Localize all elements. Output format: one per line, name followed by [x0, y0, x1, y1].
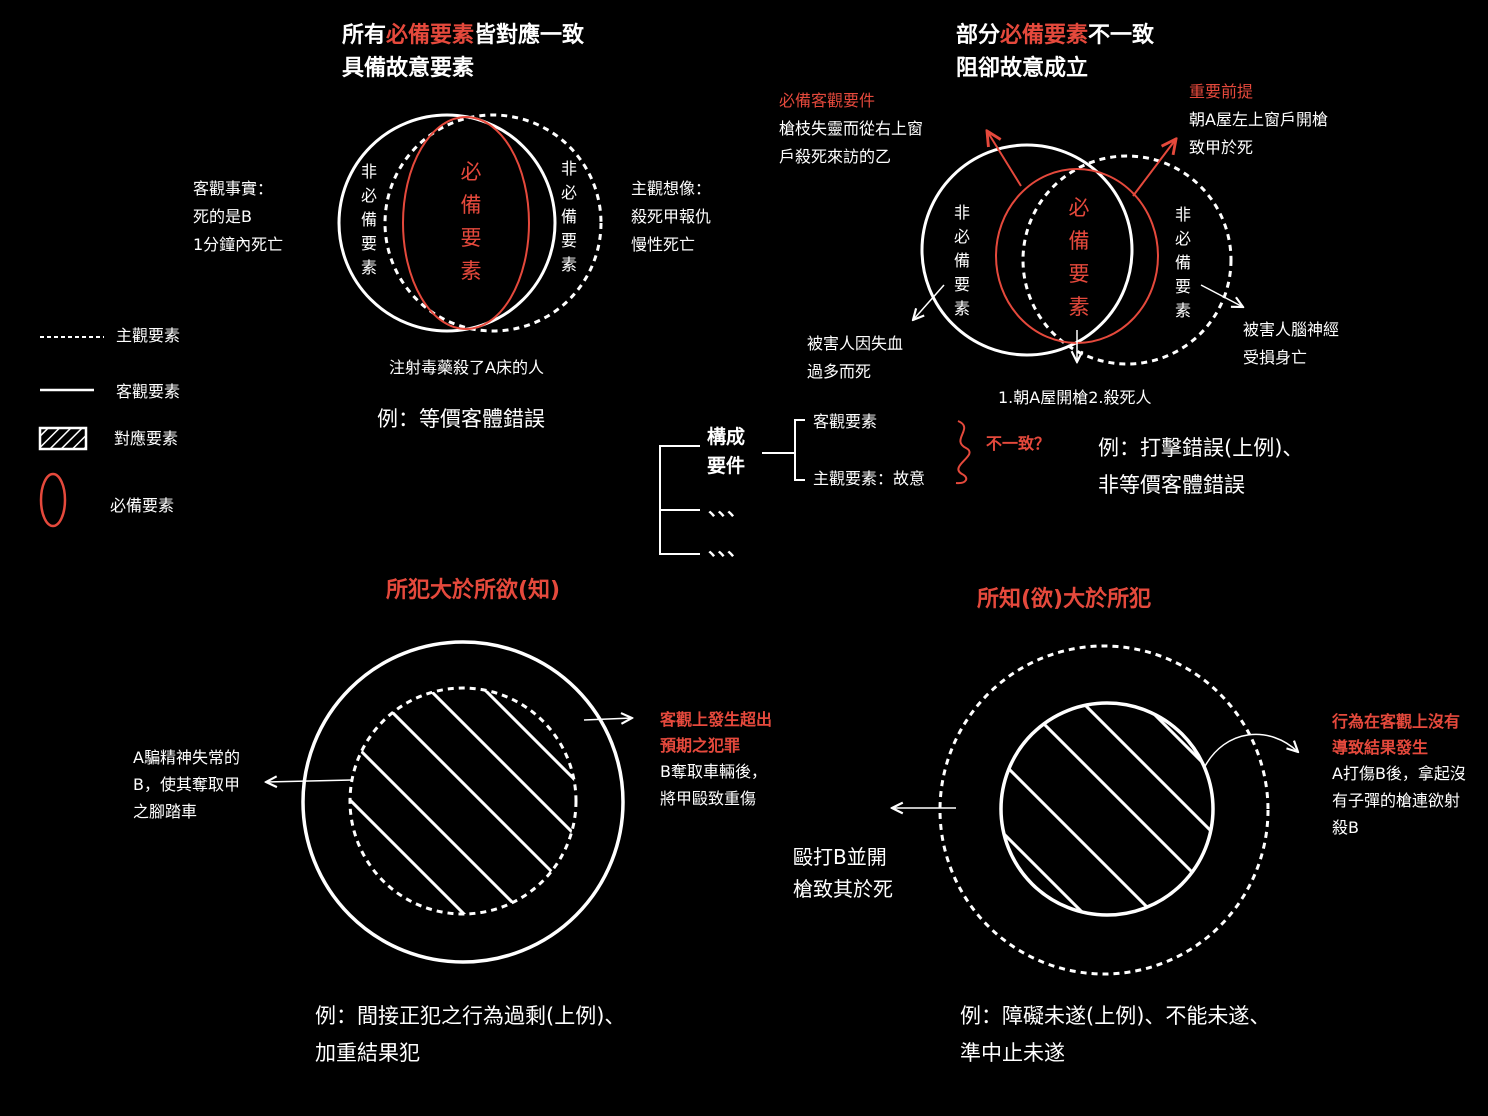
top-left-center-vertical: 必備要素: [460, 160, 482, 283]
premise-note: 重要前提 朝A屋左上窗戶開槍 致甲於死: [1189, 78, 1328, 162]
note-title-line: 導致結果發生: [1332, 738, 1429, 757]
bottom-right-right-title: 行為在客觀上沒有 導致結果發生: [1332, 709, 1460, 761]
legend-label-required: 必備要素: [110, 496, 175, 515]
title-prefix: 部分: [956, 23, 1001, 48]
legend-label-corresponding: 對應要素: [114, 429, 179, 448]
bottom-left-right-title: 客觀上發生超出 預期之犯罪: [660, 707, 772, 759]
subjective-label-line: 殺死甲報仇: [631, 207, 712, 226]
top-left-left-vertical: 非必備要素: [360, 162, 377, 277]
example-line: 例：間接正犯之行為過剩(上例)、: [315, 1004, 626, 1028]
note-line: 過多而死: [807, 362, 872, 381]
title-line2: 具備故意要素: [342, 56, 475, 81]
top-left-objective-label: 客觀事實： 死的是B 1分鐘內死亡: [193, 175, 283, 259]
note-line: 槍致其於死: [793, 877, 893, 901]
top-left-right-vertical: 非必備要素: [560, 159, 577, 274]
example-line: 例：障礙未遂(上例)、不能未遂、: [960, 1004, 1271, 1028]
objective-required-arrow: [987, 131, 1022, 187]
top-right-right-vertical: 非必備要素: [1174, 205, 1191, 320]
top-right-left-vertical: 非必備要素: [953, 203, 970, 318]
example-line: 準中止未遂: [960, 1041, 1065, 1065]
mismatch-brace: [955, 420, 971, 485]
objective-label-line: 客觀事實：: [193, 179, 274, 198]
note-line: 毆打B並開: [793, 845, 887, 869]
bottom-right-example: 例：障礙未遂(上例)、不能未遂、 準中止未遂: [960, 998, 1270, 1072]
top-right-bottom-caption: 1.朝A屋開槍2.殺死人: [998, 388, 1152, 407]
note-line: 將甲毆致重傷: [660, 789, 757, 808]
note-line: B，使其奪取甲: [133, 775, 240, 794]
structure-dots-2: 、、、: [708, 538, 747, 560]
structure-objective: 客觀要素: [813, 412, 878, 431]
bottom-left-title: 所犯大於所欲(知): [386, 578, 561, 603]
structure-heading-line: 構成: [707, 426, 746, 448]
objective-inner-circle: [999, 701, 1215, 917]
top-right-example: 例：打擊錯誤(上例)、 非等價客體錯誤: [1098, 430, 1303, 504]
top-right-title: 部分必備要素不一致 阻卻故意成立: [956, 19, 1154, 85]
example-line: 非等價客體錯誤: [1098, 473, 1245, 497]
title-suffix: 皆對應一致: [474, 23, 585, 48]
note-line: 槍枝失靈而從右上窗: [779, 119, 924, 138]
note-title-line: 行為在客觀上沒有: [1332, 712, 1461, 731]
hatched-box-icon: [38, 426, 88, 451]
objective-label-line: 死的是B: [193, 207, 252, 226]
note-title-line: 客觀上發生超出: [660, 710, 773, 729]
note-line: 被害人因失血: [807, 334, 904, 353]
bottom-left-left-note: A騙精神失常的 B，使其奪取甲 之腳踏車: [133, 744, 240, 825]
premise-title: 重要前提: [1189, 82, 1254, 101]
top-right-right-note: 被害人腦神經 受損身亡: [1243, 316, 1339, 372]
note-line: A打傷B後，拿起沒: [1332, 764, 1466, 783]
premise-arrow: [1132, 139, 1176, 197]
subjective-label-line: 慢性死亡: [631, 235, 696, 254]
subjective-outer-circle: [938, 644, 1270, 976]
note-title-line: 預期之犯罪: [660, 736, 741, 755]
title-highlight: 必備要素: [1000, 23, 1089, 48]
structure-heading: 構成 要件: [707, 423, 745, 481]
example-line: 加重結果犯: [315, 1041, 420, 1065]
title-suffix: 不一致: [1088, 23, 1155, 48]
right-note-arrow: [583, 718, 632, 720]
objective-label-line: 1分鐘內死亡: [193, 235, 284, 254]
legend-label-objective: 客觀要素: [116, 382, 181, 401]
top-left-title: 所有必備要素皆對應一致 具備故意要素: [342, 19, 584, 85]
note-line: 受損身亡: [1243, 348, 1308, 367]
note-line: 有子彈的槍連欲射: [1332, 791, 1461, 810]
top-right-center-vertical: 必備要素: [1068, 196, 1090, 319]
top-right-left-note: 被害人因失血 過多而死: [807, 330, 903, 386]
structure-subjective: 主觀要素：故意: [813, 469, 926, 488]
structure-mismatch: 不一致？: [986, 434, 1051, 453]
note-line: 朝A屋左上窗戶開槍: [1189, 110, 1328, 129]
note-line: 殺B: [1332, 818, 1359, 837]
right-note-arrow: [1203, 733, 1298, 769]
subjective-label-line: 主觀想像：: [631, 179, 712, 198]
bottom-right-title: 所知(欲)大於所犯: [977, 587, 1152, 612]
legend-icons: [38, 336, 104, 528]
objective-required-note: 必備客觀要件 槍枝失靈而從右上窗 戶殺死來訪的乙: [779, 87, 923, 171]
top-left-example: 例：等價客體錯誤: [377, 407, 545, 431]
bottom-right-diagram: [892, 644, 1320, 976]
example-line: 例：打擊錯誤(上例)、: [1098, 436, 1304, 460]
structure-dots-1: 、、、: [708, 498, 747, 520]
top-left-bottom-caption: 注射毒藥殺了A床的人: [389, 358, 544, 377]
bottom-right-left-note: 毆打B並開 槍致其於死: [793, 841, 893, 905]
title-prefix: 所有: [342, 23, 387, 48]
note-line: 被害人腦神經: [1243, 320, 1340, 339]
bottom-left-right-text: B奪取車輛後， 將甲毆致重傷: [660, 758, 767, 812]
note-line: A騙精神失常的: [133, 748, 240, 767]
bottom-left-diagram: [230, 640, 680, 964]
top-left-subjective-label: 主觀想像： 殺死甲報仇 慢性死亡: [631, 175, 711, 259]
structure-heading-line: 要件: [707, 455, 746, 477]
note-line: 戶殺死來訪的乙: [779, 147, 892, 166]
legend-label-subjective: 主觀要素: [116, 326, 181, 345]
bottom-right-right-text: A打傷B後，拿起沒 有子彈的槍連欲射 殺B: [1332, 760, 1466, 841]
bottom-left-example: 例：間接正犯之行為過剩(上例)、 加重結果犯: [315, 998, 625, 1072]
title-highlight: 必備要素: [386, 23, 475, 48]
objective-required-title: 必備客觀要件: [779, 91, 876, 110]
note-line: 之腳踏車: [133, 802, 198, 821]
note-line: 致甲於死: [1189, 138, 1254, 157]
note-line: B奪取車輛後，: [660, 762, 767, 781]
left-note-arrow: [266, 780, 353, 782]
title-line2: 阻卻故意成立: [956, 56, 1089, 81]
red-ellipse-icon: [39, 472, 67, 528]
